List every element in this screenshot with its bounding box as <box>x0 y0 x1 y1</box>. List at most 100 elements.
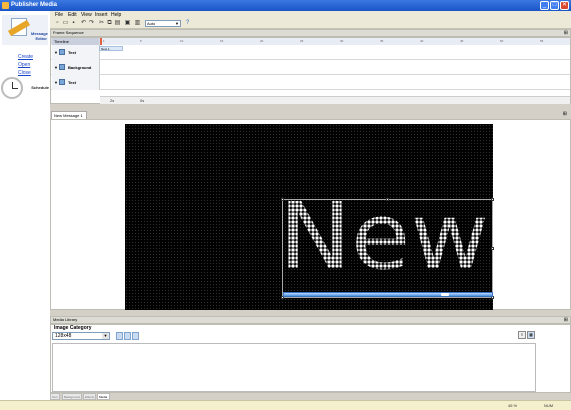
tab-effects[interactable]: Effects <box>83 393 97 400</box>
led-text: New <box>283 200 489 290</box>
num-lock-indicator: NUM <box>544 403 554 408</box>
chart-icon[interactable]: ▥ <box>134 20 141 27</box>
status-bar: 45 % NUM <box>0 400 571 410</box>
layer-icon <box>59 64 65 70</box>
pin-icon[interactable]: ⊞ <box>564 317 568 323</box>
message-editor-label: Message Editor <box>31 31 48 41</box>
schedule-label: Schedule <box>31 85 49 90</box>
message-editor-button[interactable]: Message Editor <box>2 15 48 45</box>
speed-value: Auto <box>147 21 156 26</box>
undo-icon[interactable]: ↶ <box>80 20 87 27</box>
layer-row[interactable]: ▼ Text New 1 <box>51 45 570 60</box>
clock-icon <box>1 77 23 99</box>
image-icon[interactable]: ▣ <box>124 20 131 27</box>
chevron-down-icon[interactable]: ▼ <box>54 50 58 55</box>
ruler-mark: 55 <box>540 39 544 43</box>
layer-name-cell: ▼ Background <box>52 60 100 75</box>
speed-select[interactable]: Auto ▼ <box>145 20 181 27</box>
delete-media-button[interactable] <box>132 332 139 340</box>
timeline-footer: 2s 0s <box>100 96 570 104</box>
layer-name-cell: ▼ Text <box>52 75 100 90</box>
layer-name: Text <box>68 80 76 85</box>
timeline-label: Timeline <box>52 38 99 45</box>
schedule-button[interactable]: Schedule <box>0 75 50 101</box>
frame-sequence-title: Frame Sequence <box>53 30 84 35</box>
menu-bar: File Edit View Insert Help <box>50 11 571 19</box>
timeline-ruler[interactable]: 1 5 10 15 20 25 30 35 40 45 50 55 <box>100 38 570 45</box>
tab-background[interactable]: Background <box>62 393 83 400</box>
sidebar: Message Editor Create Open Close Schedul… <box>0 11 50 400</box>
frame-scrollbar[interactable] <box>283 292 493 297</box>
copy-icon[interactable]: ⧉ <box>106 20 113 27</box>
frame-block[interactable]: New 1 <box>99 46 123 51</box>
layer-name-cell: ▼ Text <box>52 45 100 60</box>
ruler-mark: 20 <box>260 39 264 43</box>
app-icon <box>2 2 9 9</box>
create-link[interactable]: Create <box>18 54 33 60</box>
maximize-button[interactable]: □ <box>550 1 559 10</box>
paste-icon[interactable]: ▤ <box>114 20 121 27</box>
ruler-mark: 35 <box>380 39 384 43</box>
chevron-down-icon: ▼ <box>175 21 179 26</box>
media-library-title: Media Library <box>53 317 78 322</box>
open-icon[interactable]: ▭ <box>62 20 69 27</box>
help-icon[interactable]: ? <box>184 20 191 27</box>
footer-time: 0s <box>140 98 145 103</box>
frame-sequence-header: Frame Sequence ⊞ <box>50 29 571 37</box>
footer-duration: 2s <box>110 98 115 103</box>
tab-text[interactable]: Text <box>50 393 60 400</box>
timeline-header: Timeline 1 5 10 15 20 25 30 35 40 45 50 … <box>51 38 570 45</box>
ruler-mark: 25 <box>300 39 304 43</box>
tab-new-message[interactable]: New Message 1 <box>51 111 87 119</box>
ruler-mark: 15 <box>220 39 224 43</box>
redo-icon[interactable]: ↷ <box>88 20 95 27</box>
menu-help[interactable]: Help <box>111 12 121 18</box>
led-text-svg: New <box>283 200 489 290</box>
ruler-mark: 50 <box>500 39 504 43</box>
ruler-mark: 1 <box>103 39 105 43</box>
add-media-button[interactable] <box>116 332 123 340</box>
minimize-button[interactable]: _ <box>540 1 549 10</box>
image-category-select[interactable]: 128x48 ▼ <box>52 332 110 340</box>
save-icon[interactable]: ▪ <box>70 20 77 27</box>
ruler-mark: 30 <box>340 39 344 43</box>
chevron-down-icon[interactable]: ▼ <box>54 80 58 85</box>
layer-row[interactable]: ▼ Background <box>51 60 570 75</box>
ruler-mark: 45 <box>460 39 464 43</box>
image-category-value: 128x48 <box>55 333 72 339</box>
media-list[interactable] <box>52 343 536 392</box>
scrollbar-thumb[interactable] <box>441 293 449 296</box>
grid-view-icon[interactable]: ▦ <box>527 331 535 339</box>
zoom-level: 45 % <box>508 403 518 408</box>
chevron-down-icon: ▼ <box>102 333 109 339</box>
cut-icon[interactable]: ✂ <box>98 20 105 27</box>
toolbar: ▫ ▭ ▪ ↶ ↷ ✂ ⧉ ▤ ▣ ▥ Auto ▼ ? <box>50 19 571 29</box>
image-category-label: Image Category <box>54 325 92 331</box>
menu-insert[interactable]: Insert <box>95 12 108 18</box>
playhead[interactable] <box>100 38 102 45</box>
new-icon[interactable]: ▫ <box>54 20 61 27</box>
open-link[interactable]: Open <box>18 62 30 68</box>
close-button[interactable]: ✕ <box>560 1 569 10</box>
pin-icon[interactable]: ⊞ <box>563 111 567 117</box>
menu-file[interactable]: File <box>55 12 63 18</box>
ruler-mark: 5 <box>140 39 142 43</box>
ruler-mark: 40 <box>420 39 424 43</box>
ruler-mark: 10 <box>180 39 184 43</box>
menu-view[interactable]: View <box>81 12 92 18</box>
pin-icon[interactable]: ⊞ <box>564 30 568 36</box>
edit-media-button[interactable] <box>124 332 131 340</box>
title-bar: Publisher Media _ □ ✕ <box>0 0 571 11</box>
layer-name: Background <box>68 65 92 70</box>
chevron-down-icon[interactable]: ▼ <box>54 65 58 70</box>
window-title: Publisher Media <box>11 2 58 8</box>
media-library-header: Media Library ⊞ <box>50 316 571 324</box>
list-view-icon[interactable]: ≡ <box>518 331 526 339</box>
frame-sequence-panel: Timeline 1 5 10 15 20 25 30 35 40 45 50 … <box>50 37 571 104</box>
layer-icon <box>59 79 65 85</box>
tab-media-library[interactable]: Media Library <box>97 393 111 406</box>
layer-icon <box>59 49 65 55</box>
layer-row[interactable]: ▼ Text <box>51 75 570 90</box>
layer-name: Text <box>68 50 76 55</box>
menu-edit[interactable]: Edit <box>68 12 77 18</box>
